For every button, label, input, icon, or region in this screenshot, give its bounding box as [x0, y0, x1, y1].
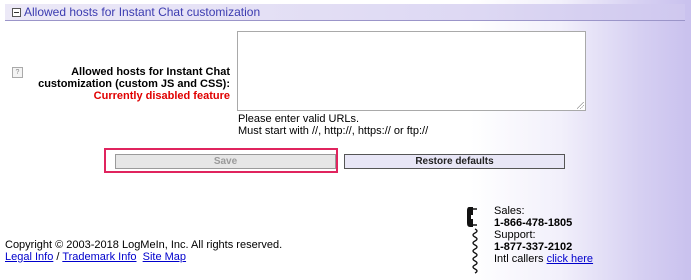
allowed-hosts-textarea[interactable] — [237, 31, 586, 111]
support-label: Support: — [494, 229, 536, 241]
section-header: Allowed hosts for Instant Chat customiza… — [5, 4, 685, 21]
footer: Copyright © 2003-2018 LogMeIn, Inc. All … — [5, 239, 282, 263]
field-label-line2: customization (custom JS and CSS): — [38, 78, 230, 90]
collapse-icon[interactable] — [12, 8, 21, 17]
intl-callers: Intl callers click here — [494, 253, 593, 265]
support-phone: 1-877-337-2102 — [494, 241, 573, 253]
field-label-line1: Allowed hosts for Instant Chat — [71, 66, 230, 78]
field-label: Allowed hosts for Instant Chat customiza… — [20, 66, 230, 102]
footer-links: Legal Info / Trademark Info Site Map — [5, 251, 282, 263]
restore-defaults-button[interactable]: Restore defaults — [344, 154, 565, 169]
sales-phone: 1-866-478-1805 — [494, 217, 573, 229]
resize-grip-icon[interactable] — [577, 102, 584, 109]
intl-callers-label: Intl callers — [494, 253, 544, 265]
trademark-info-link[interactable]: Trademark Info — [62, 251, 136, 263]
contact-info: Sales: 1-866-478-1805 Support: 1-877-337… — [494, 205, 593, 265]
intl-click-here-link[interactable]: click here — [547, 253, 593, 265]
legal-info-link[interactable]: Legal Info — [5, 251, 53, 263]
url-hint: Please enter valid URLs. Must start with… — [238, 113, 428, 137]
url-hint-line1: Please enter valid URLs. — [238, 113, 360, 125]
url-hint-line2: Must start with //, http://, https:// or… — [238, 125, 429, 137]
phone-icon — [467, 207, 478, 274]
link-separator: / — [56, 251, 60, 263]
sales-label: Sales: — [494, 205, 525, 217]
disabled-feature-note: Currently disabled feature — [93, 90, 230, 102]
copyright-text: Copyright © 2003-2018 LogMeIn, Inc. All … — [5, 239, 283, 251]
site-map-link[interactable]: Site Map — [143, 251, 186, 263]
section-title: Allowed hosts for Instant Chat customiza… — [24, 5, 261, 19]
save-button[interactable]: Save — [115, 154, 336, 169]
